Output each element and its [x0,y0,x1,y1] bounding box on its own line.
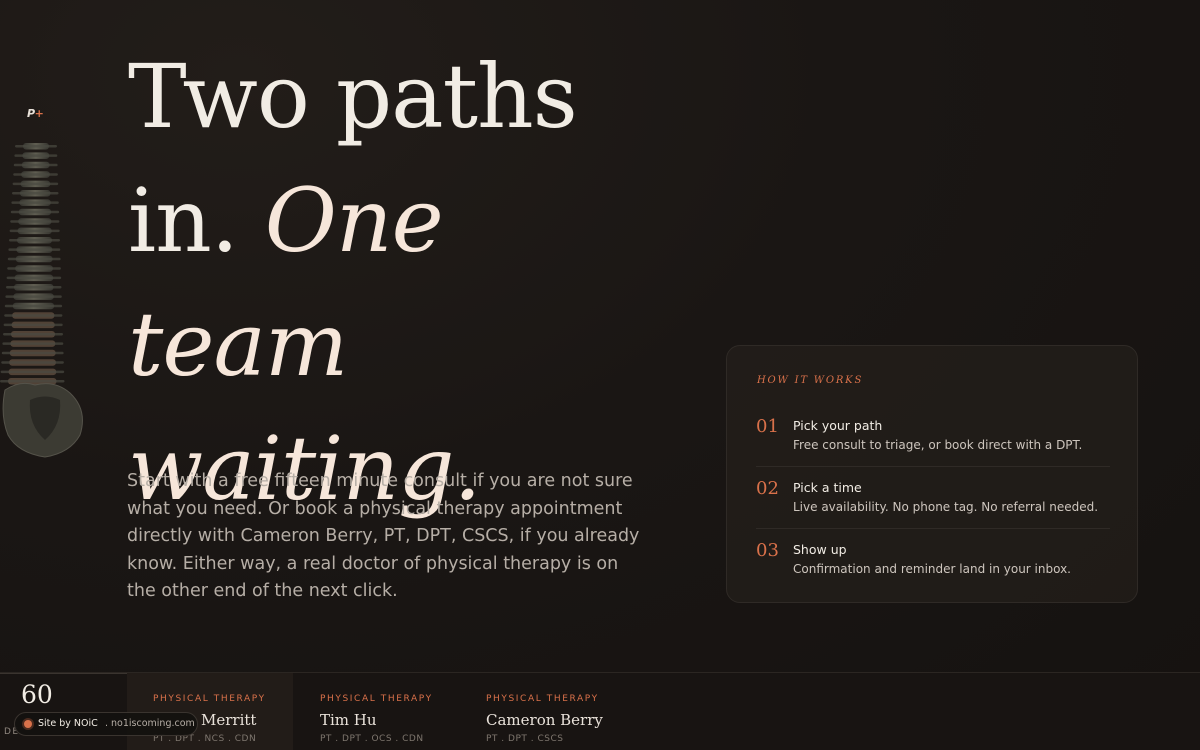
intro-paragraph: Start with a free fifteen minute consult… [127,471,640,601]
step-description: Confirmation and reminder land in your i… [793,562,1071,576]
step-item: 02 Pick a time Live availability. No pho… [756,478,1110,534]
logo-letter: P [27,107,35,120]
member-category: PHYSICAL THERAPY [486,694,599,704]
step-description: Free consult to triage, or book direct w… [793,438,1083,452]
hero-heading: Two paths in. One team waiting. [128,35,688,531]
step-number: 03 [756,540,779,561]
step-number: 02 [756,478,779,499]
member-name: Merritt [201,711,257,729]
team-count: 60 [21,680,53,709]
step-title: Pick a time [793,480,862,495]
member-category: PHYSICAL THERAPY [153,694,266,704]
member-name: Cameron Berry [486,711,603,729]
step-title: Pick your path [793,418,883,433]
site-credit-badge[interactable]: Site by NOiC . no1iscoming.com [14,712,198,736]
how-it-works-card: HOW IT WORKS 01 Pick your path Free cons… [726,345,1138,603]
hero-line-1: Two paths [128,45,578,148]
credit-url-link[interactable]: . no1iscoming.com [105,718,195,729]
credit-site-label: Site by NOiC [38,718,98,729]
step-number: 01 [756,416,779,437]
step-divider [756,528,1110,529]
team-member-card[interactable]: PHYSICAL THERAPY Cameron Berry PT . DPT … [460,673,626,750]
hero-line-2-plain: in. [128,169,239,272]
spine-illustration [0,143,83,458]
step-item: 01 Pick your path Free consult to triage… [756,416,1110,472]
team-member-card[interactable]: PHYSICAL THERAPY Tim Hu PT . DPT . OCS .… [294,673,460,750]
step-title: Show up [793,542,847,557]
step-item: 03 Show up Confirmation and reminder lan… [756,540,1110,596]
member-credentials: PT . DPT . OCS . CDN [320,734,424,744]
step-divider [756,466,1110,467]
credit-dot-icon [24,720,32,728]
logo-plus: + [34,107,44,120]
member-category: PHYSICAL THERAPY [320,694,433,704]
brand-logo[interactable]: P+ [27,107,49,121]
team-strip: 60 DE PHYSICAL THERAPY Merritt PT . DPT … [0,672,1200,750]
member-name: Tim Hu [320,711,377,729]
how-it-works-eyebrow: HOW IT WORKS [757,375,864,386]
step-description: Live availability. No phone tag. No refe… [793,500,1099,514]
member-credentials: PT . DPT . CSCS [486,734,564,744]
